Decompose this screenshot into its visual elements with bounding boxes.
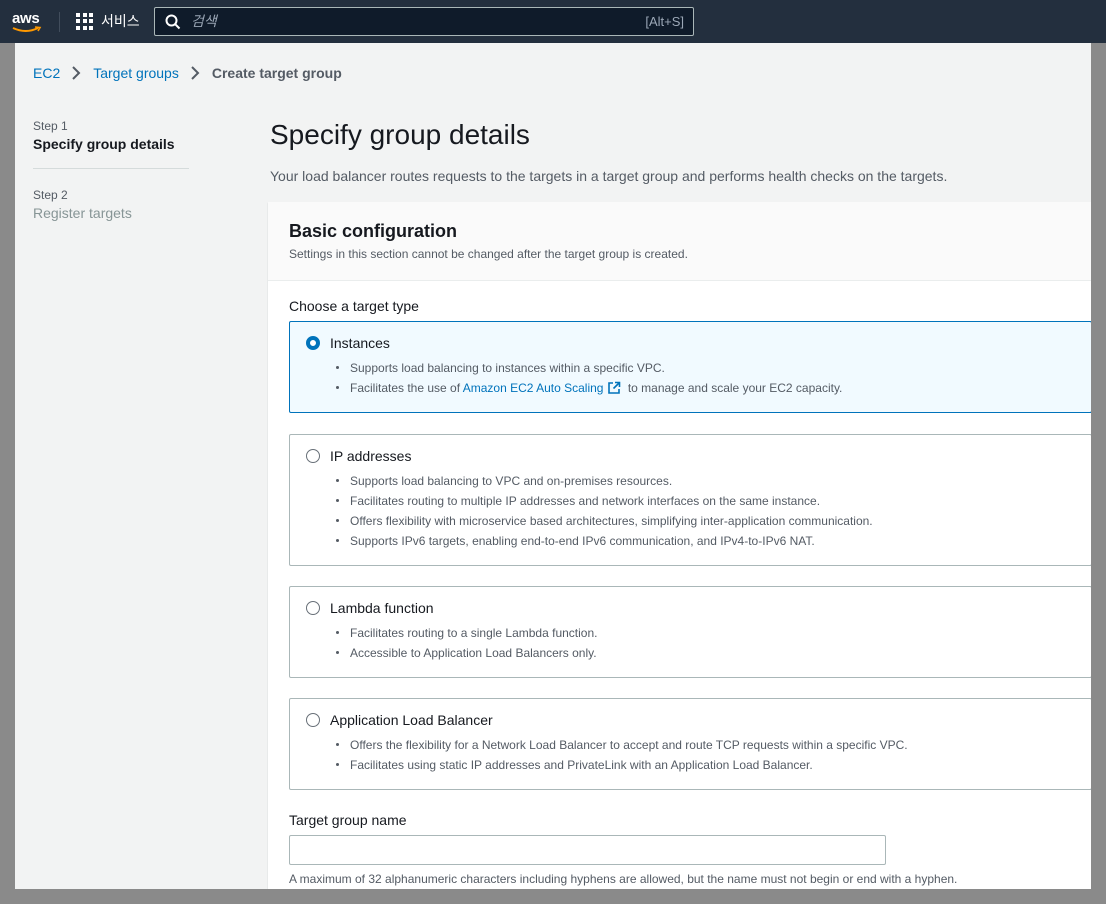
tile-bullets: Supports load balancing to instances wit… <box>335 358 843 398</box>
bullet-item: Offers flexibility with microservice bas… <box>336 511 873 531</box>
basic-configuration-panel: Basic configuration Settings in this sec… <box>268 202 1091 889</box>
target-type-label: Choose a target type <box>289 298 419 314</box>
services-label: 서비스 <box>101 13 140 29</box>
nav-divider <box>59 12 60 32</box>
step-label: Step 2 <box>33 188 68 202</box>
aws-logo[interactable]: aws <box>10 9 44 35</box>
chevron-right-icon <box>72 66 81 80</box>
page-description: Your load balancer routes requests to th… <box>270 168 948 184</box>
tile-title: Instances <box>330 335 390 351</box>
search-icon <box>165 14 181 30</box>
tile-title: Lambda function <box>330 600 434 616</box>
aws-logo-text: aws <box>12 10 40 27</box>
bullet-text: to manage and scale your EC2 capacity. <box>624 381 843 395</box>
target-type-instances[interactable]: Instances Supports load balancing to ins… <box>289 321 1091 413</box>
breadcrumb-current: Create target group <box>211 65 342 81</box>
tile-bullets: Facilitates routing to a single Lambda f… <box>335 623 597 663</box>
radio-application-load-balancer[interactable] <box>306 713 320 727</box>
tile-bullets: Supports load balancing to VPC and on-pr… <box>336 471 873 551</box>
aws-smile-icon <box>12 26 42 32</box>
panel-subtitle: Settings in this section cannot be chang… <box>289 247 688 261</box>
radio-instances[interactable] <box>306 336 320 350</box>
panel-title: Basic configuration <box>289 221 458 241</box>
services-menu-button[interactable]: 서비스 <box>76 11 140 31</box>
bullet-item: Supports load balancing to VPC and on-pr… <box>336 471 873 491</box>
search-shortcut-hint: [Alt+S] <box>645 14 684 29</box>
wizard-steps: Step 1 Specify group details Step 2 Regi… <box>33 119 189 221</box>
step-2: Step 2 Register targets <box>33 188 189 221</box>
breadcrumb-target-groups[interactable]: Target groups <box>93 65 179 81</box>
tile-title: IP addresses <box>330 448 412 464</box>
target-group-name-label: Target group name <box>289 812 407 828</box>
step-label: Step 1 <box>33 119 68 133</box>
bullet-text: Facilitates the use of <box>350 381 463 395</box>
step-1: Step 1 Specify group details <box>33 119 189 152</box>
bullet-item: Facilitates the use of Amazon EC2 Auto S… <box>335 378 843 398</box>
page-content: EC2 Target groups Create target group St… <box>15 43 1091 889</box>
step-title-register-targets: Register targets <box>33 205 132 221</box>
target-type-application-load-balancer[interactable]: Application Load Balancer Offers the fle… <box>289 698 1091 790</box>
panel-header: Basic configuration Settings in this sec… <box>268 202 1091 281</box>
ec2-auto-scaling-link[interactable]: Amazon EC2 Auto Scaling <box>463 381 604 395</box>
step-divider <box>33 168 189 169</box>
breadcrumb-ec2[interactable]: EC2 <box>33 65 60 81</box>
target-type-lambda-function[interactable]: Lambda function Facilitates routing to a… <box>289 586 1091 678</box>
page-title: Specify group details <box>270 119 530 150</box>
top-navigation: aws 서비스 [Alt+S] <box>0 0 1106 43</box>
bullet-item: Facilitates using static IP addresses an… <box>336 755 908 775</box>
search-bar[interactable]: [Alt+S] <box>154 7 694 36</box>
bullet-item: Accessible to Application Load Balancers… <box>335 643 597 663</box>
tile-bullets: Offers the flexibility for a Network Loa… <box>336 735 908 775</box>
grid-icon <box>76 12 93 30</box>
bullet-item: Offers the flexibility for a Network Loa… <box>336 735 908 755</box>
target-type-ip-addresses[interactable]: IP addresses Supports load balancing to … <box>289 434 1091 566</box>
radio-ip-addresses[interactable] <box>306 449 320 463</box>
breadcrumb: EC2 Target groups Create target group <box>33 65 342 81</box>
step-title-specify-group-details: Specify group details <box>33 136 175 152</box>
chevron-right-icon <box>191 66 200 80</box>
bullet-item: Facilitates routing to a single Lambda f… <box>335 623 597 643</box>
bullet-item: Supports IPv6 targets, enabling end-to-e… <box>336 531 873 551</box>
bullet-item: Facilitates routing to multiple IP addre… <box>336 491 873 511</box>
radio-lambda-function[interactable] <box>306 601 320 615</box>
search-input[interactable] <box>191 11 611 32</box>
external-link-icon[interactable] <box>607 381 621 395</box>
tile-title: Application Load Balancer <box>330 712 493 728</box>
target-group-name-input[interactable] <box>289 835 886 865</box>
target-group-name-hint: A maximum of 32 alphanumeric characters … <box>289 872 958 886</box>
bullet-item: Supports load balancing to instances wit… <box>335 358 842 378</box>
